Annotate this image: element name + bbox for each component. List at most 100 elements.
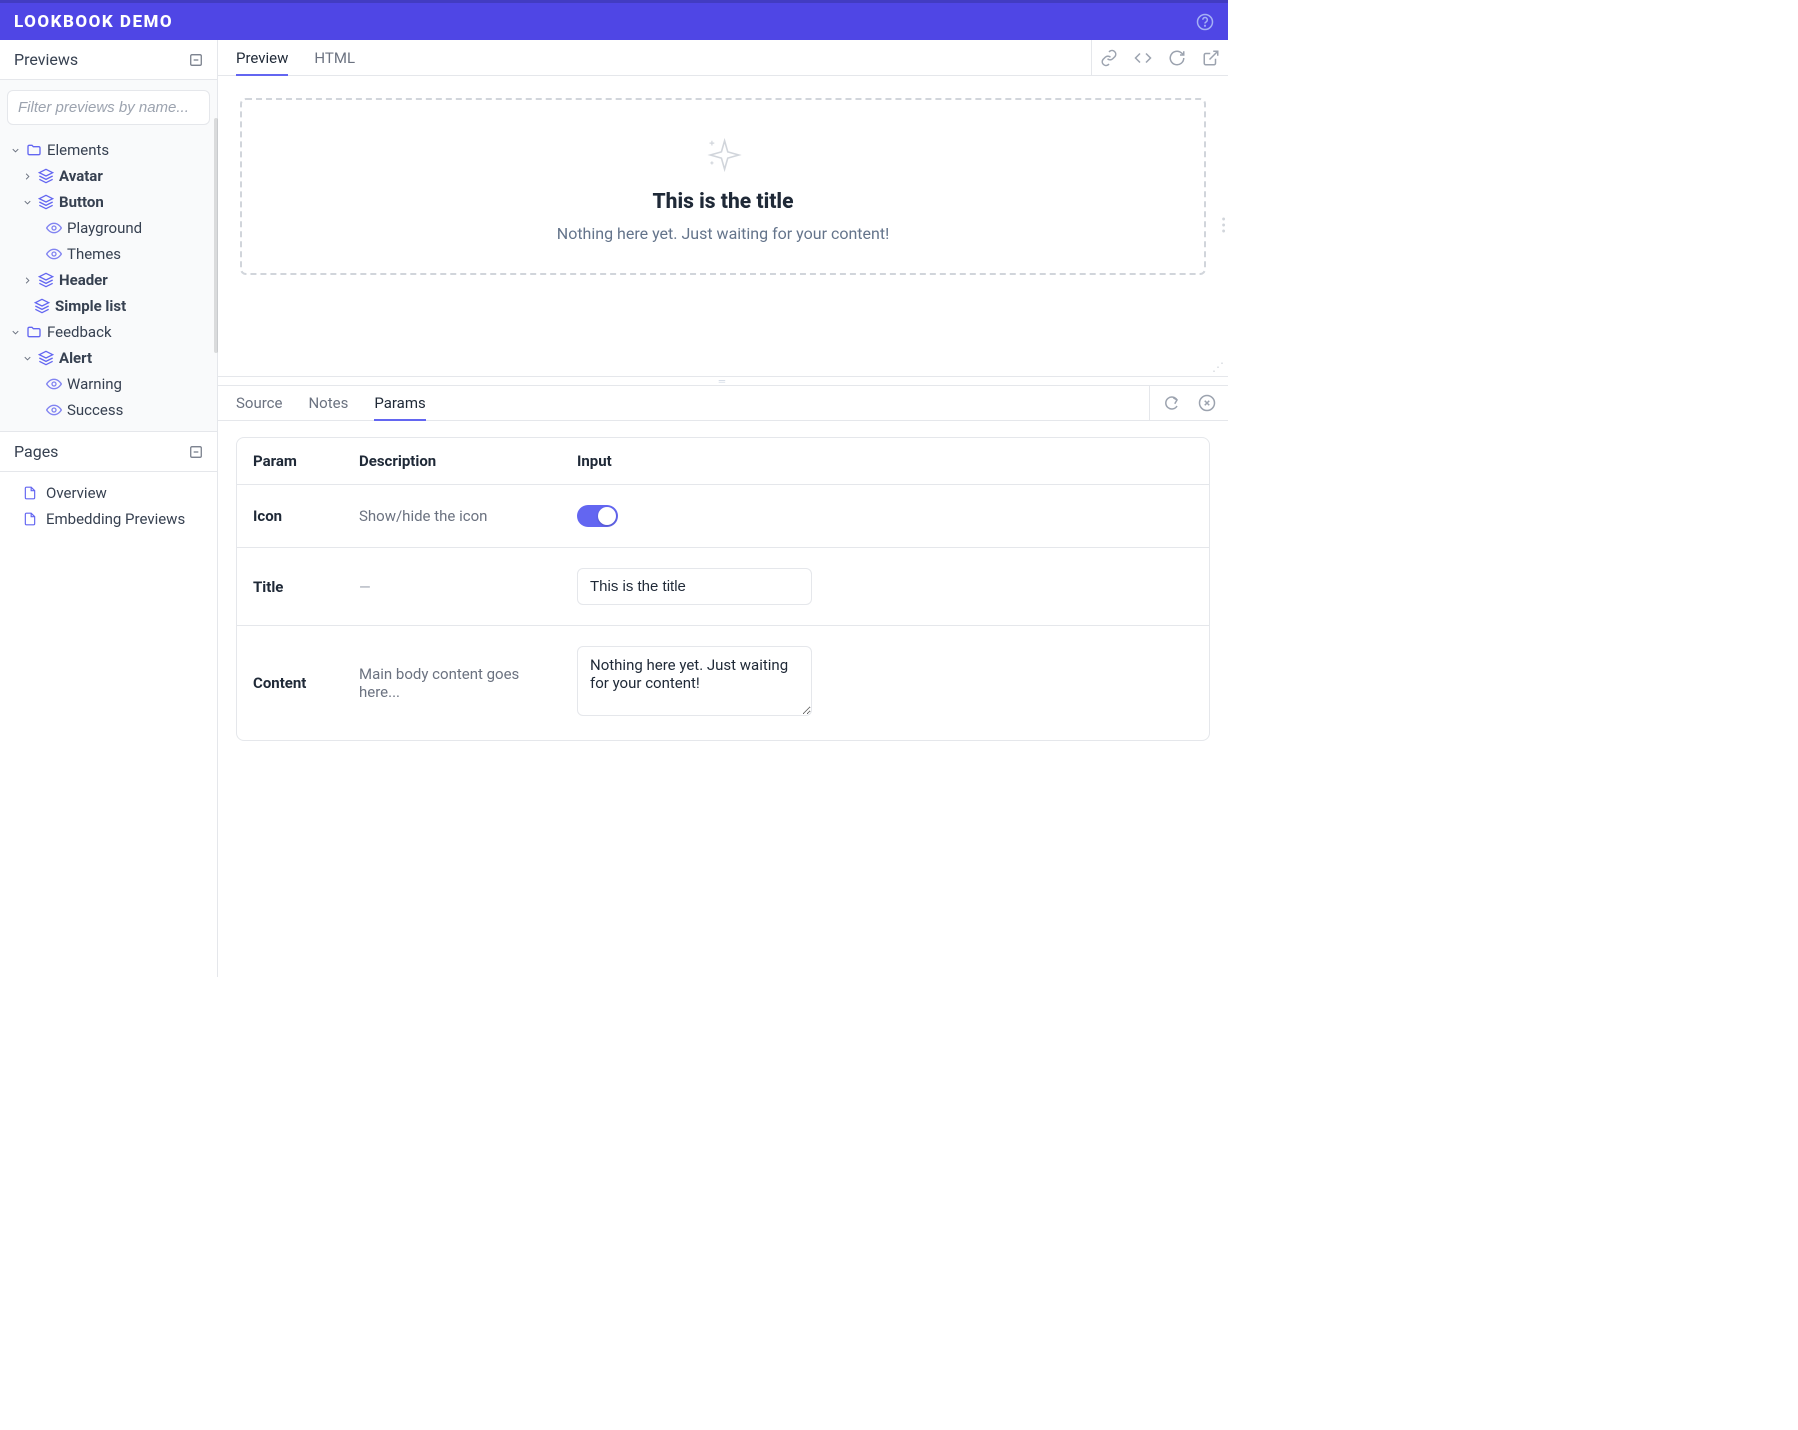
tab-notes[interactable]: Notes	[308, 386, 348, 420]
inspector: Source Notes Params Param Description	[218, 386, 1228, 977]
tab-source[interactable]: Source	[236, 386, 282, 420]
inspector-toolbar: Source Notes Params	[218, 386, 1228, 421]
pages-list: Overview Embedding Previews	[0, 472, 217, 540]
tree-label: Simple list	[55, 297, 126, 315]
tree-item-avatar[interactable]: Avatar	[0, 163, 217, 189]
link-icon[interactable]	[1100, 49, 1118, 67]
param-name: Content	[237, 626, 343, 740]
preview-title: This is the title	[653, 190, 794, 214]
chevron-right-icon	[22, 171, 33, 182]
chevron-down-icon	[10, 327, 21, 338]
tree-label: Warning	[67, 375, 122, 393]
param-name: Title	[237, 548, 343, 626]
param-desc: —	[343, 548, 561, 626]
eye-icon	[46, 246, 62, 262]
content-textarea[interactable]	[577, 646, 812, 716]
folder-icon	[26, 324, 42, 340]
folder-icon	[26, 142, 42, 158]
filter-input[interactable]	[7, 90, 210, 125]
eye-icon	[46, 220, 62, 236]
params-table: Param Description Input Icon Show/hide t…	[236, 437, 1210, 741]
tree-item-simple-list[interactable]: Simple list	[0, 293, 217, 319]
tree-item-header[interactable]: Header	[0, 267, 217, 293]
page-overview[interactable]: Overview	[0, 480, 217, 506]
preview-pane: This is the title Nothing here yet. Just…	[218, 76, 1228, 376]
tree-folder-feedback[interactable]: Feedback	[0, 319, 217, 345]
chevron-down-icon	[22, 197, 33, 208]
col-description: Description	[343, 438, 561, 485]
pages-section-head: Pages	[0, 431, 217, 472]
tree-label: Avatar	[59, 167, 103, 185]
title-input[interactable]	[577, 568, 812, 605]
file-icon	[23, 486, 37, 500]
previews-label: Previews	[14, 50, 78, 69]
tree-leaf-success[interactable]: Success	[0, 397, 217, 423]
previews-tree: Elements Avatar Button Playground Themes	[0, 133, 217, 431]
redo-icon[interactable]	[1162, 394, 1180, 412]
tree-leaf-themes[interactable]: Themes	[0, 241, 217, 267]
chevron-down-icon	[22, 353, 33, 364]
params-panel: Param Description Input Icon Show/hide t…	[218, 421, 1228, 757]
eye-icon	[46, 402, 62, 418]
param-name: Icon	[237, 485, 343, 548]
preview-subtitle: Nothing here yet. Just waiting for your …	[557, 224, 889, 243]
file-icon	[23, 512, 37, 526]
code-icon[interactable]	[1134, 49, 1152, 67]
toggle-knob	[598, 507, 616, 525]
pages-label: Pages	[14, 442, 58, 461]
tab-preview[interactable]: Preview	[236, 41, 288, 75]
layers-icon	[38, 272, 54, 288]
page-label: Embedding Previews	[46, 510, 185, 528]
tree-label: Feedback	[47, 323, 112, 341]
tab-html[interactable]: HTML	[314, 41, 355, 75]
chevron-down-icon	[10, 145, 21, 156]
page-label: Overview	[46, 484, 107, 502]
preview-card: This is the title Nothing here yet. Just…	[240, 98, 1206, 275]
close-circle-icon[interactable]	[1198, 394, 1216, 412]
resize-handle-east[interactable]: •••	[1221, 218, 1224, 234]
tree-leaf-playground[interactable]: Playground	[0, 215, 217, 241]
tree-label: Success	[67, 401, 123, 419]
previews-section-head: Previews	[0, 40, 217, 80]
preview-toolbar: Preview HTML	[218, 40, 1228, 76]
param-row-title: Title —	[237, 548, 1209, 626]
col-param: Param	[237, 438, 343, 485]
horizontal-splitter[interactable]: ═	[218, 376, 1228, 386]
layers-icon	[38, 194, 54, 210]
param-desc: Main body content goes here...	[343, 626, 561, 740]
tree-label: Button	[59, 193, 104, 211]
param-desc: Show/hide the icon	[343, 485, 561, 548]
resize-handle-corner[interactable]: ⋰	[1212, 360, 1224, 374]
external-link-icon[interactable]	[1202, 49, 1220, 67]
collapse-icon[interactable]	[189, 53, 203, 67]
tab-params[interactable]: Params	[374, 386, 425, 420]
app-title: LOOKBOOK DEMO	[14, 12, 173, 32]
param-row-icon: Icon Show/hide the icon	[237, 485, 1209, 548]
content: Preview HTML This is the title Nothing h…	[218, 40, 1228, 977]
sparkle-icon	[704, 136, 742, 174]
tree-item-alert[interactable]: Alert	[0, 345, 217, 371]
collapse-icon[interactable]	[189, 445, 203, 459]
tree-label: Alert	[59, 349, 92, 367]
chevron-right-icon	[22, 275, 33, 286]
layers-icon	[34, 298, 50, 314]
tree-label: Playground	[67, 219, 142, 237]
col-input: Input	[561, 438, 1209, 485]
param-row-content: Content Main body content goes here...	[237, 626, 1209, 740]
tree-folder-elements[interactable]: Elements	[0, 137, 217, 163]
filter-wrap	[0, 80, 217, 133]
tree-label: Header	[59, 271, 108, 289]
tree-label: Elements	[47, 141, 109, 159]
eye-icon	[46, 376, 62, 392]
tree-leaf-warning[interactable]: Warning	[0, 371, 217, 397]
tree-item-button[interactable]: Button	[0, 189, 217, 215]
app-header: LOOKBOOK DEMO	[0, 0, 1228, 40]
layers-icon	[38, 168, 54, 184]
help-icon[interactable]	[1196, 13, 1214, 31]
page-embedding[interactable]: Embedding Previews	[0, 506, 217, 532]
refresh-icon[interactable]	[1168, 49, 1186, 67]
tree-label: Themes	[67, 245, 121, 263]
layers-icon	[38, 350, 54, 366]
icon-toggle[interactable]	[577, 505, 618, 527]
sidebar: Previews Elements Avatar Button	[0, 40, 218, 977]
